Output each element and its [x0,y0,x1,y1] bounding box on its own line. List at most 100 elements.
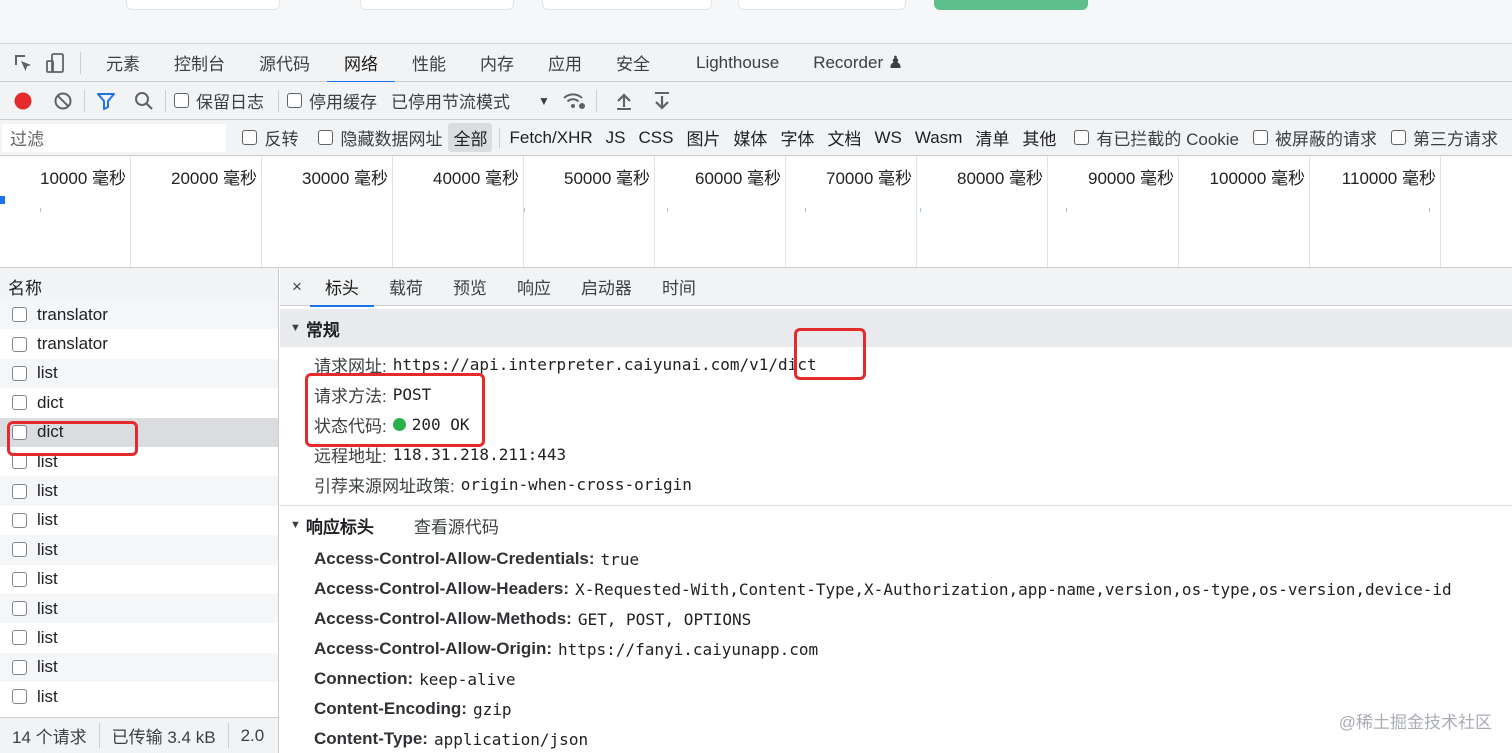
tab-0[interactable]: 元素 [89,44,157,82]
checkbox-box[interactable] [174,93,189,108]
page-card [542,0,712,10]
request-row[interactable]: list [0,358,278,389]
request-icon [12,601,27,617]
tab-5[interactable]: 内存 [463,44,531,82]
request-url-value: https://api.interpreter.caiyunai.com/v1/… [392,354,817,374]
blocked-cookies-label: 有已拦截的 Cookie [1096,130,1239,149]
disable-cache-checkbox[interactable]: 停用缓存 [287,88,377,113]
response-header-row: Access-Control-Allow-Headers: X-Requested… [280,574,1512,604]
filter-type-8[interactable]: WS [869,126,906,150]
detail-tab-0[interactable]: 标头 [309,268,374,307]
clear-icon[interactable] [50,88,76,114]
third-party-checkbox[interactable]: 第三方请求 [1391,125,1498,150]
filter-type-3[interactable]: CSS [633,126,678,150]
request-icon [12,630,27,646]
disable-cache-label: 停用缓存 [309,93,377,112]
view-source-link[interactable]: 查看源代码 [414,513,499,538]
toolbar-divider [84,89,85,112]
response-headers-section-header[interactable]: ▼ 响应标头 查看源代码 [280,506,1512,544]
timeline-overview[interactable]: 10000 毫秒 20000 毫秒 30000 毫秒 40000 毫秒 50000 毫秒… [0,156,1512,268]
search-icon[interactable] [131,88,157,114]
invert-checkbox[interactable]: 反转 [242,125,298,150]
toolbar-divider [595,89,597,112]
request-name: list [37,569,58,589]
timeline-label: 50000 毫秒 [564,169,650,188]
response-header-list: Access-Control-Allow-Credentials: true Acc… [280,544,1512,753]
tab-3[interactable]: 网络 [327,44,395,83]
timeline-label: 110000 毫秒 [1341,169,1436,188]
request-row[interactable]: list [0,476,278,506]
request-name: list [37,363,58,383]
filter-type-7[interactable]: 文档 [822,123,866,152]
request-icon [12,542,27,558]
request-row[interactable]: list [0,682,278,711]
filter-type-9[interactable]: Wasm [910,126,968,150]
header-name: Access-Control-Allow-Origin: [314,639,553,658]
device-toolbar-icon[interactable] [42,50,68,76]
filter-type-6[interactable]: 字体 [775,123,819,152]
tab-8[interactable]: Lighthouse [679,44,796,82]
request-list-panel: 名称 translator translator list dict dict list l… [0,268,279,753]
tab-9[interactable]: Recorder ♟ [796,44,920,82]
filter-input[interactable]: 过滤 [2,123,227,152]
filter-type-11[interactable]: 其他 [1017,123,1061,152]
request-count: 14 个请求 [0,723,100,748]
response-headers-title: 响应标头 [305,517,374,537]
close-icon[interactable]: × [280,268,310,306]
checkbox-box[interactable] [287,93,302,108]
tab-1[interactable]: 控制台 [157,44,242,82]
checkbox-box[interactable] [1391,130,1406,145]
request-row[interactable]: list [0,565,278,594]
checkbox-box[interactable] [318,130,334,145]
network-conditions-icon[interactable] [562,88,588,114]
page-green-button[interactable] [934,0,1088,10]
record-icon[interactable] [10,88,36,114]
request-row[interactable]: list [0,593,278,624]
chevron-down-icon: ▼ [538,93,550,108]
filter-type-0[interactable]: 全部 [448,123,493,152]
filter-icon[interactable] [93,88,119,114]
hide-data-urls-checkbox[interactable]: 隐藏数据网址 [318,125,442,150]
page-content-strip [0,0,1512,44]
blocked-requests-checkbox[interactable]: 被屏蔽的请求 [1253,125,1377,150]
preserve-log-checkbox[interactable]: 保留日志 [174,88,264,113]
filter-type-4[interactable]: 图片 [681,123,725,152]
filter-type-1[interactable]: Fetch/XHR [504,126,597,150]
tab-4[interactable]: 性能 [395,44,463,82]
detail-tab-3[interactable]: 响应 [502,268,566,306]
timeline-column: 50000 毫秒 [524,156,655,267]
detail-tab-list: 标头 载荷 预览 响应 启动器 时间 [309,268,711,307]
filter-type-5[interactable]: 媒体 [728,123,772,152]
filter-type-2[interactable]: JS [601,126,631,150]
detail-tab-4[interactable]: 启动器 [566,268,647,306]
checkbox-box[interactable] [242,130,258,145]
throttle-select[interactable]: 已停用节流模式 ▼ [391,88,550,113]
checkbox-box[interactable] [1074,130,1090,145]
export-har-icon[interactable] [649,88,675,114]
detail-tab-5[interactable]: 时间 [647,268,711,306]
request-row[interactable]: list [0,506,278,535]
request-row[interactable]: list [0,535,278,565]
request-row[interactable]: translator [0,300,278,330]
header-name: Access-Control-Allow-Headers: [314,579,570,598]
request-row[interactable]: list [0,623,278,652]
checkbox-box[interactable] [1253,130,1268,145]
timeline-column: 90000 毫秒 [1048,156,1179,267]
tab-2[interactable]: 源代码 [242,44,327,82]
tab-7[interactable]: 安全 [599,44,667,82]
detail-tab-2[interactable]: 预览 [438,268,502,306]
general-section-header[interactable]: ▼ 常规 [280,309,1512,347]
tab-6[interactable]: 应用 [531,44,599,82]
request-row[interactable]: list [0,652,278,683]
referrer-policy-row: 引荐来源网址政策: origin-when-cross-origin [280,469,1512,499]
toolbar-divider [165,89,166,112]
request-row[interactable]: translator [0,329,278,358]
detail-tab-1[interactable]: 载荷 [374,268,438,306]
import-har-icon[interactable] [611,88,637,114]
blocked-cookies-checkbox[interactable]: 有已拦截的 Cookie [1074,125,1239,150]
inspect-element-icon[interactable] [10,50,36,76]
response-header-row: Content-Type: application/json [280,724,1512,753]
filter-type-10[interactable]: 清单 [970,123,1014,152]
request-row[interactable]: dict [0,388,278,417]
filter-bar: 过滤 反转 隐藏数据网址 全部 Fetch/XHR JS CSS 图片 媒体 字体 文档 WS W… [0,120,1512,156]
